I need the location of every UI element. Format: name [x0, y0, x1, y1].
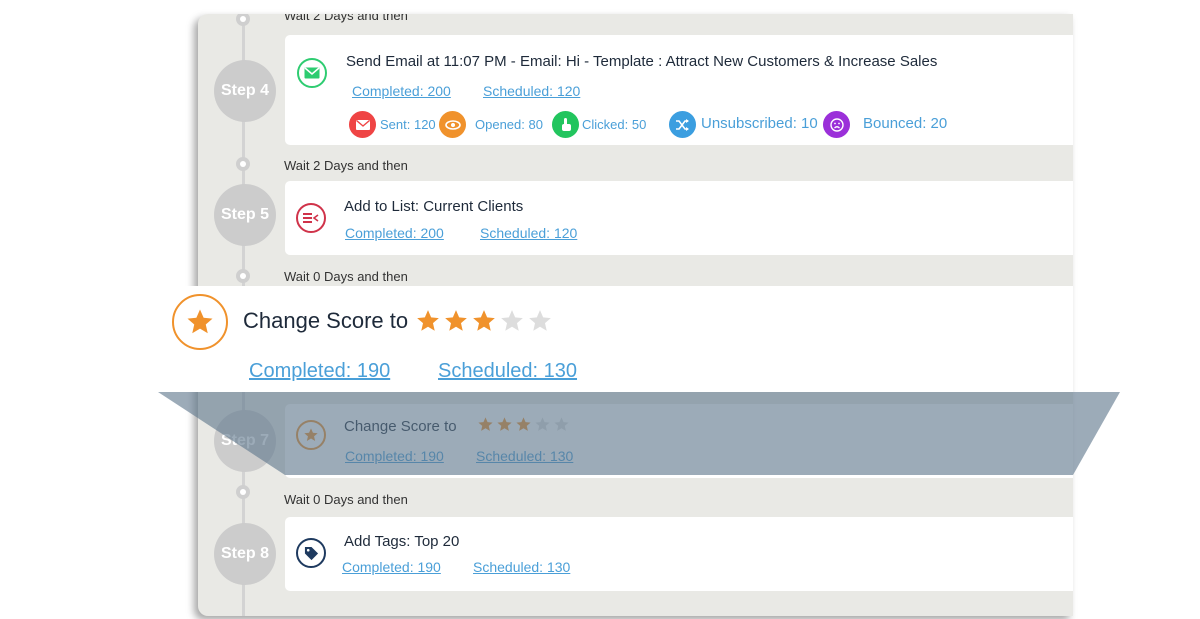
step-5-scheduled-link[interactable]: Scheduled: 120	[480, 225, 577, 241]
star-empty-icon	[529, 310, 551, 331]
bounced-count: Bounced: 20	[863, 115, 948, 132]
clock-icon	[236, 14, 250, 26]
star-empty-icon	[535, 417, 550, 431]
step-8-card[interactable]: Add Tags: Top 20 Completed: 190 Schedule…	[285, 517, 1073, 591]
star-filled-icon	[473, 310, 495, 331]
step-4-title: Send Email at 11:07 PM - Email: Hi - Tem…	[346, 53, 938, 70]
step-8-scheduled-link[interactable]: Scheduled: 130	[473, 559, 570, 575]
zoom-star-score-icon	[172, 294, 228, 350]
wait-label: Wait 0 Days and then	[284, 492, 408, 507]
star-filled-icon	[445, 310, 467, 331]
step-4-scheduled-link[interactable]: Scheduled: 120	[483, 83, 580, 99]
step-4-badge: Step 4	[214, 60, 276, 122]
opened-count: Opened: 80	[475, 117, 543, 132]
wait-label: Wait 2 Days and then	[284, 14, 408, 23]
clock-icon	[236, 485, 250, 499]
step-7-completed-link[interactable]: Completed: 190	[345, 448, 444, 464]
sent-icon	[349, 111, 376, 138]
wait-label: Wait 2 Days and then	[284, 158, 408, 173]
bounced-sad-face-icon	[823, 111, 850, 138]
step-5-badge: Step 5	[214, 184, 276, 246]
step-5-title: Add to List: Current Clients	[344, 198, 524, 215]
star-filled-icon	[516, 417, 531, 431]
sent-count: Sent: 120	[380, 117, 436, 132]
star-filled-icon	[497, 417, 512, 431]
clock-icon	[236, 269, 250, 283]
step-5-completed-link[interactable]: Completed: 200	[345, 225, 444, 241]
wait-label: Wait 0 Days and then	[284, 269, 408, 284]
unsubscribed-count: Unsubscribed: 10	[701, 115, 818, 132]
step-8-title: Add Tags: Top 20	[344, 533, 460, 550]
clicked-count: Clicked: 50	[582, 117, 647, 132]
zoom-score-stars	[415, 308, 553, 334]
zoom-title: Change Score to	[243, 308, 409, 333]
step-4-card[interactable]: Send Email at 11:07 PM - Email: Hi - Tem…	[285, 35, 1073, 145]
zoom-scheduled-link[interactable]: Scheduled: 130	[438, 360, 577, 383]
step-8-completed-link[interactable]: Completed: 190	[342, 559, 441, 575]
email-icon	[297, 58, 327, 88]
star-empty-icon	[554, 417, 569, 431]
star-filled-icon	[478, 417, 493, 431]
step-7-card[interactable]: Change Score to Completed: 190 Scheduled…	[285, 404, 1073, 478]
clock-icon	[236, 157, 250, 171]
step-4-completed-link[interactable]: Completed: 200	[352, 83, 451, 99]
star-score-icon	[296, 420, 326, 450]
zoom-completed-link[interactable]: Completed: 190	[249, 360, 390, 383]
tag-icon	[296, 538, 326, 568]
step-7-badge: Step 7	[214, 410, 276, 472]
list-add-icon	[296, 203, 326, 233]
star-filled-icon	[417, 310, 439, 331]
score-stars	[477, 416, 570, 433]
step-8-badge: Step 8	[214, 523, 276, 585]
step-5-card[interactable]: Add to List: Current Clients Completed: …	[285, 181, 1073, 255]
unsubscribed-shuffle-icon	[669, 111, 696, 138]
opened-eye-icon	[439, 111, 466, 138]
step-7-scheduled-link[interactable]: Scheduled: 130	[476, 448, 573, 464]
step-7-title: Change Score to	[344, 418, 457, 435]
clicked-hand-icon	[552, 111, 579, 138]
star-empty-icon	[501, 310, 523, 331]
